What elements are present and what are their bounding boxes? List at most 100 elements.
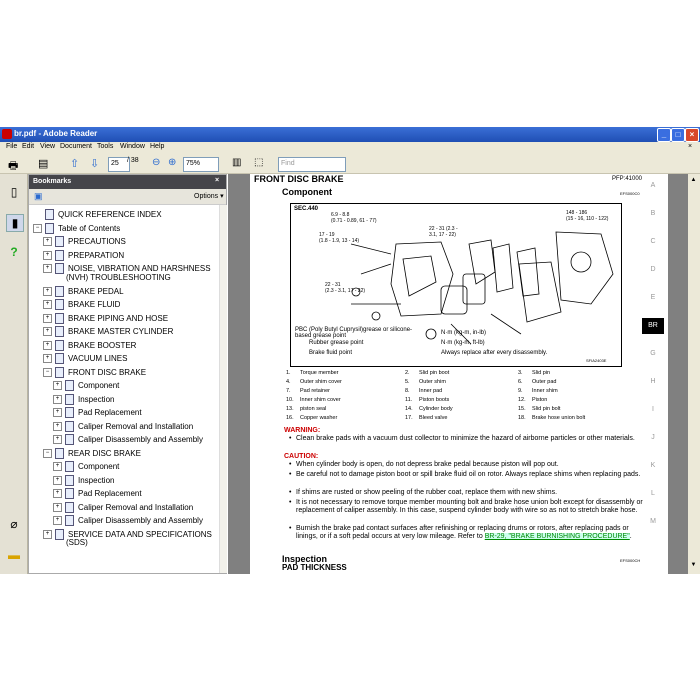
expand-icon[interactable]: +	[43, 340, 52, 350]
bookmark-item[interactable]: + Component	[53, 380, 119, 392]
bookmark-item[interactable]: + Component	[53, 461, 119, 473]
bookmark-page-icon	[45, 222, 54, 234]
side-tab[interactable]: M	[642, 518, 664, 525]
bookmarks-icon[interactable]: ▮	[6, 214, 24, 232]
side-tab[interactable]: H	[642, 378, 664, 385]
bookmarks-close-button[interactable]: ×	[215, 177, 219, 184]
bookmark-item[interactable]: − Table of Contents	[33, 222, 120, 235]
bookmark-label: REAR DISC BRAKE	[68, 448, 141, 458]
bookmark-item[interactable]: + Caliper Disassembly and Assembly	[53, 434, 203, 446]
expand-icon[interactable]: +	[43, 264, 52, 273]
fit-page-icon[interactable]: ▥	[232, 157, 241, 170]
bookmark-item[interactable]: + BRAKE FLUID	[43, 299, 120, 311]
bookmark-item[interactable]: + BRAKE MASTER CYLINDER	[43, 326, 173, 338]
bookmark-item[interactable]: − FRONT DISC BRAKE	[43, 366, 146, 379]
bookmark-label: Caliper Disassembly and Assembly	[78, 435, 203, 444]
expand-icon[interactable]: +	[43, 313, 52, 323]
bookmark-item[interactable]: + BRAKE PEDAL	[43, 285, 124, 298]
find-input[interactable]: Find	[278, 157, 346, 172]
expand-icon[interactable]: +	[43, 327, 52, 336]
burnishing-procedure-link[interactable]: BR-29, "BRAKE BURNISHING PROCEDURE"	[484, 533, 630, 540]
side-tab[interactable]: K	[642, 462, 664, 469]
next-page-icon[interactable]: ⇩	[90, 157, 99, 170]
save-icon[interactable]: ▤	[38, 157, 48, 170]
expand-icon[interactable]: +	[53, 502, 62, 512]
expand-icon[interactable]: +	[43, 237, 52, 246]
side-tab[interactable]: E	[642, 294, 664, 301]
bookmark-item[interactable]: + PRECAUTIONS	[43, 236, 126, 248]
expand-icon[interactable]: +	[53, 394, 62, 404]
expand-icon[interactable]: +	[53, 489, 62, 498]
component-code: EFS000C0	[620, 191, 640, 196]
expand-icon[interactable]: +	[53, 462, 62, 471]
collapse-icon[interactable]: −	[43, 448, 52, 458]
document-close-button[interactable]: ×	[688, 143, 692, 150]
minimize-button[interactable]: _	[657, 128, 671, 142]
side-tab[interactable]: G	[642, 350, 664, 357]
expand-icon[interactable]: +	[43, 286, 52, 296]
menu-view[interactable]: View	[40, 143, 55, 150]
expand-icon[interactable]: +	[43, 354, 52, 363]
bookmark-item[interactable]: + Caliper Removal and Installation	[53, 501, 193, 514]
menu-document[interactable]: Document	[60, 143, 92, 150]
side-tab[interactable]: J	[642, 434, 664, 441]
bookmark-item[interactable]: QUICK REFERENCE INDEX	[33, 209, 162, 221]
expand-icon[interactable]: +	[53, 421, 62, 431]
collapse-icon[interactable]: −	[33, 223, 42, 233]
side-tab[interactable]: B	[642, 210, 664, 217]
bookmark-item[interactable]: + Pad Replacement	[53, 407, 142, 419]
menu-file[interactable]: File	[6, 143, 17, 150]
expand-icon[interactable]: +	[53, 475, 62, 485]
expand-icon[interactable]: +	[53, 408, 62, 417]
help-icon[interactable]: ?	[6, 244, 22, 260]
bookmark-item[interactable]: + Pad Replacement	[53, 488, 142, 500]
scroll-down-icon[interactable]: ▼	[689, 562, 698, 571]
side-tab[interactable]: D	[642, 266, 664, 273]
bookmarks-scrollbar[interactable]	[219, 205, 227, 573]
menu-window[interactable]: Window	[120, 143, 145, 150]
part-number: 10.	[286, 397, 294, 403]
bookmark-item[interactable]: − REAR DISC BRAKE	[43, 447, 141, 460]
side-tab[interactable]: C	[642, 238, 664, 245]
document-scrollbar[interactable]: ▲ ▼	[688, 174, 700, 574]
bookmark-item[interactable]: + VACUUM LINES	[43, 353, 127, 365]
bookmark-item[interactable]: + BRAKE BOOSTER	[43, 339, 136, 352]
expand-icon[interactable]: +	[43, 529, 52, 539]
collapse-icon[interactable]: −	[43, 367, 52, 377]
zoom-in-icon[interactable]: ⊕	[168, 157, 176, 170]
bookmark-item[interactable]: + Caliper Removal and Installation	[53, 420, 193, 433]
print-icon[interactable]: 🖶	[8, 157, 18, 172]
expand-icon[interactable]: +	[53, 381, 62, 390]
part-name: Piston boots	[419, 397, 450, 403]
pages-icon[interactable]: ▯	[6, 184, 22, 200]
previous-page-icon[interactable]: ⇧	[70, 157, 79, 170]
scroll-up-icon[interactable]: ▲	[689, 177, 698, 186]
part-number: 3.	[518, 370, 523, 376]
attachments-icon[interactable]: ⌀	[6, 516, 22, 532]
menu-tools[interactable]: Tools	[97, 143, 113, 150]
bookmark-item[interactable]: + Caliper Disassembly and Assembly	[53, 515, 203, 527]
menu-edit[interactable]: Edit	[22, 143, 34, 150]
maximize-button[interactable]: □	[671, 128, 685, 142]
close-button[interactable]: ×	[685, 128, 699, 142]
part-name: Copper washer	[300, 415, 338, 421]
side-tab[interactable]: BR	[642, 318, 664, 334]
bookmark-item[interactable]: + Inspection	[53, 393, 114, 406]
bookmark-item[interactable]: + PREPARATION	[43, 249, 124, 262]
new-bookmark-icon[interactable]: ▣	[34, 191, 43, 202]
zoom-input[interactable]: 75%	[183, 157, 219, 172]
side-tab[interactable]: I	[642, 406, 664, 413]
bookmark-item[interactable]: + BRAKE PIPING AND HOSE	[43, 312, 168, 325]
expand-icon[interactable]: +	[53, 516, 62, 525]
bookmarks-options-button[interactable]: Options ▾	[194, 192, 224, 200]
zoom-out-icon[interactable]: ⊖	[152, 157, 160, 170]
expand-icon[interactable]: +	[43, 300, 52, 309]
side-tab[interactable]: A	[642, 182, 664, 189]
menu-help[interactable]: Help	[150, 143, 164, 150]
expand-icon[interactable]: +	[53, 435, 62, 444]
side-tab[interactable]: L	[642, 490, 664, 497]
comments-icon[interactable]: ▬	[6, 547, 22, 563]
fit-width-icon[interactable]: ⬚	[254, 157, 263, 170]
bookmark-item[interactable]: + Inspection	[53, 474, 114, 487]
expand-icon[interactable]: +	[43, 250, 52, 260]
